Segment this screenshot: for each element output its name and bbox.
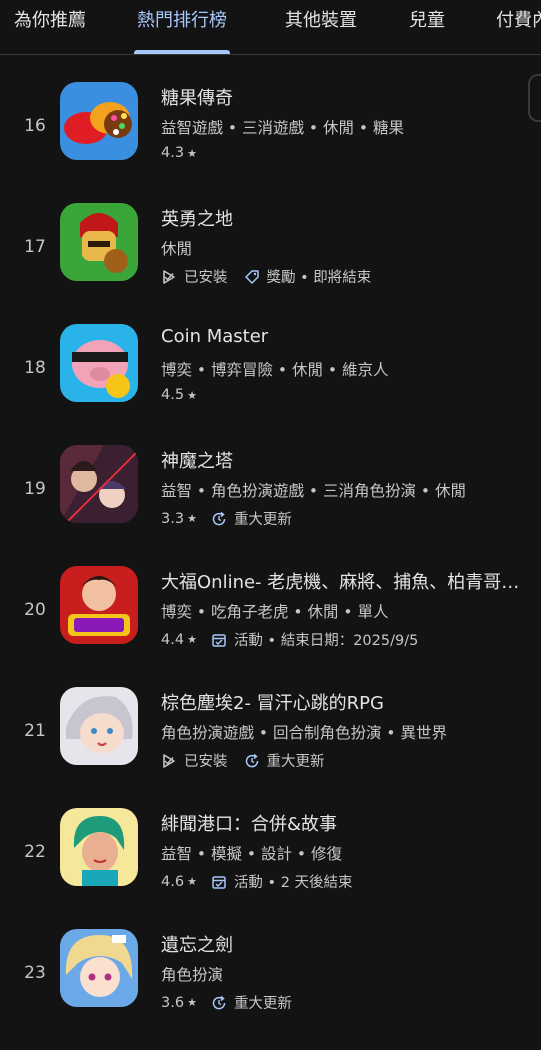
tab-label: 兒童: [409, 10, 445, 31]
event-badge: 活動 • 2 天後結束: [233, 875, 353, 891]
update-icon: [211, 511, 227, 527]
app-list-item[interactable]: 20 大福Online- 老虎機、麻將、捕魚、柏青哥、百家樂 博奕 • 吃角子老…: [0, 566, 541, 687]
app-meta: 3.3 ★ 重大更新: [161, 508, 531, 529]
rating-value: 4.5: [161, 387, 185, 403]
app-title: 英勇之地: [161, 209, 233, 230]
app-tags: 角色扮演: [161, 966, 224, 984]
app-list-item[interactable]: 21 棕色塵埃2- 冒汗心跳的RPG 角色扮演遊戲 • 回合制角色扮演 • 異世…: [0, 687, 541, 808]
gossip-harbor-icon[interactable]: [60, 808, 138, 886]
app-title: 糖果傳奇: [161, 88, 233, 109]
app-list-item[interactable]: 19 神魔之塔 益智 • 角色扮演遊戲 • 三消角色扮演 • 休閒 3.3 ★ 重…: [0, 445, 541, 566]
app-title: 遺忘之劍: [161, 935, 233, 956]
app-title: 大福Online- 老虎機、麻將、捕魚、柏青哥、百家樂: [161, 572, 531, 593]
app-title: Coin Master: [161, 326, 269, 347]
rank-number: 21: [24, 721, 46, 741]
rank-number: 16: [24, 116, 46, 136]
rank-number: 23: [24, 963, 46, 983]
calendar-icon: [211, 632, 227, 648]
tab-label: 為你推薦: [14, 10, 86, 31]
tab-top-charts[interactable]: 熱門排行榜: [134, 0, 230, 54]
dafu-online-icon[interactable]: [60, 566, 138, 644]
app-tags: 益智遊戲 • 三消遊戲 • 休閒 • 糖果: [161, 119, 404, 137]
rank-number: 19: [24, 479, 46, 499]
app-tags: 博奕 • 吃角子老虎 • 休閒 • 單人: [161, 603, 389, 621]
app-tags: 益智 • 角色扮演遊戲 • 三消角色扮演 • 休閒: [161, 482, 466, 500]
rating-value: 3.3: [161, 510, 185, 527]
update-badge: 重大更新: [233, 996, 292, 1012]
star-icon: ★: [187, 875, 197, 888]
event-badge: 活動 • 結束日期：2025/9/5: [233, 633, 419, 649]
app-list-item[interactable]: 18 Coin Master 博奕 • 博弈冒險 • 休閒 • 維京人 4.5 ★: [0, 324, 541, 445]
app-title: 棕色塵埃2- 冒汗心跳的RPG: [161, 693, 384, 714]
app-meta: 4.5 ★: [161, 387, 531, 403]
tab-label: 其他裝置: [285, 10, 357, 31]
tab-other-devices[interactable]: 其他裝置: [281, 0, 361, 54]
app-list-item[interactable]: 23 遺忘之劍 角色扮演 3.6 ★ 重大更新: [0, 929, 541, 1050]
app-list-item[interactable]: 17 英勇之地 休閒 已安裝 獎勵 • 即將結束: [0, 203, 541, 324]
star-icon: ★: [187, 633, 197, 646]
app-list-item[interactable]: 16 糖果傳奇 益智遊戲 • 三消遊戲 • 休閒 • 糖果 4.3 ★: [0, 82, 541, 203]
update-badge: 重大更新: [233, 512, 292, 528]
star-icon: ★: [187, 512, 197, 525]
installed-icon: [161, 269, 177, 285]
tab-label: 付費內容: [496, 10, 541, 31]
installed-label: 已安裝: [184, 270, 228, 286]
app-meta: 已安裝 獎勵 • 即將結束: [161, 266, 531, 287]
coin-master-icon[interactable]: [60, 324, 138, 402]
promo-badge: 獎勵 • 即將結束: [266, 270, 372, 286]
tab-for-you[interactable]: 為你推薦: [10, 0, 90, 54]
app-tags: 角色扮演遊戲 • 回合制角色扮演 • 異世界: [161, 724, 447, 742]
app-meta: 3.6 ★ 重大更新: [161, 992, 531, 1013]
star-icon: ★: [187, 996, 197, 1009]
update-badge: 重大更新: [266, 754, 325, 770]
app-tags: 休閒: [161, 240, 193, 258]
rating-value: 3.6: [161, 994, 185, 1011]
app-meta: 4.6 ★ 活動 • 2 天後結束: [161, 871, 531, 892]
tower-of-saviors-icon[interactable]: [60, 445, 138, 523]
rank-number: 18: [24, 358, 46, 378]
forgotten-sword-icon[interactable]: [60, 929, 138, 1007]
rating-value: 4.4: [161, 631, 185, 648]
rating-value: 4.6: [161, 873, 185, 890]
rank-number: 20: [24, 600, 46, 620]
tag-icon: [244, 269, 260, 285]
app-meta: 4.4 ★ 活動 • 結束日期：2025/9/5: [161, 629, 531, 650]
installed-icon: [161, 753, 177, 769]
update-icon: [244, 753, 260, 769]
update-icon: [211, 995, 227, 1011]
hero-land-icon[interactable]: [60, 203, 138, 281]
app-title: 緋聞港口：合併&故事: [161, 814, 338, 835]
rank-number: 22: [24, 842, 46, 862]
app-meta: 已安裝 重大更新: [161, 750, 531, 771]
top-tab-bar: 為你推薦 熱門排行榜 其他裝置 兒童 付費內容: [0, 0, 541, 55]
tab-label: 熱門排行榜: [137, 10, 227, 31]
star-icon: ★: [187, 388, 197, 402]
active-tab-indicator: [134, 50, 230, 54]
rank-number: 17: [24, 237, 46, 257]
tab-paid[interactable]: 付費內容: [496, 0, 541, 54]
app-tags: 益智 • 模擬 • 設計 • 修復: [161, 845, 342, 863]
star-icon: ★: [187, 146, 197, 160]
brown-dust-2-icon[interactable]: [60, 687, 138, 765]
app-meta: 4.3 ★: [161, 145, 531, 161]
candy-crush-icon[interactable]: [60, 82, 138, 160]
tab-kids[interactable]: 兒童: [407, 0, 447, 54]
installed-label: 已安裝: [184, 754, 228, 770]
app-list-item[interactable]: 22 緋聞港口：合併&故事 益智 • 模擬 • 設計 • 修復 4.6 ★ 活動 …: [0, 808, 541, 929]
app-title: 神魔之塔: [161, 451, 233, 472]
app-tags: 博奕 • 博弈冒險 • 休閒 • 維京人: [161, 361, 389, 379]
calendar-icon: [211, 874, 227, 890]
rating-value: 4.3: [161, 145, 185, 161]
